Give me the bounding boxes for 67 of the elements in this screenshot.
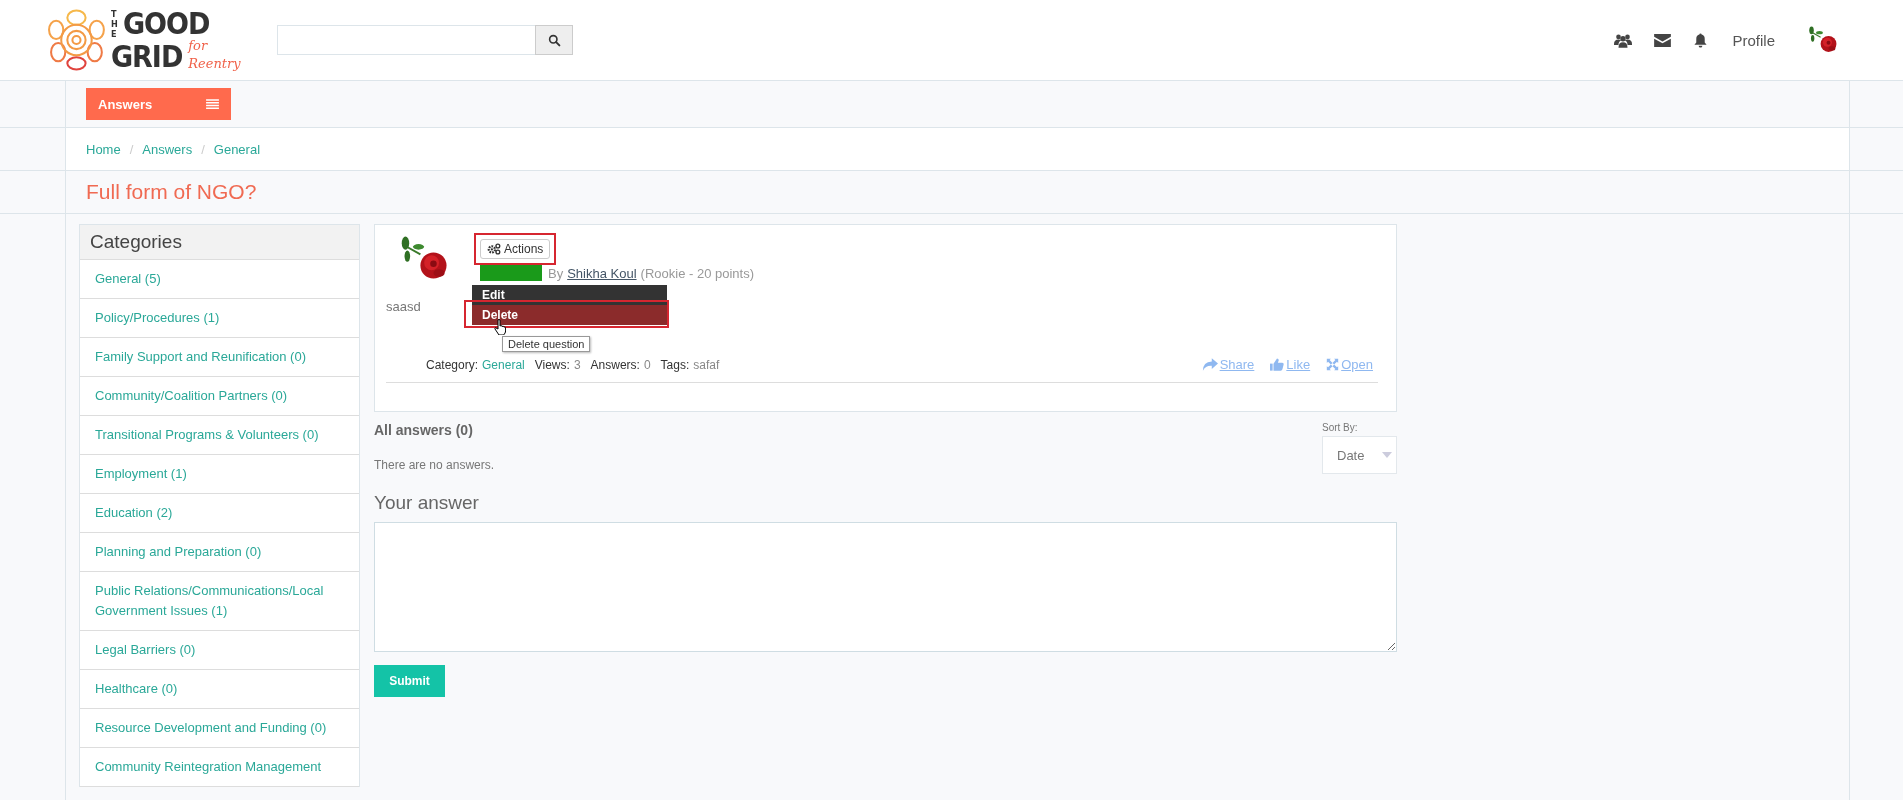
breadcrumb-link[interactable]: Answers bbox=[142, 141, 193, 157]
category-link[interactable]: Healthcare (0) bbox=[80, 670, 359, 709]
category-link[interactable]: Community Reintegration Management bbox=[80, 748, 359, 787]
author-prefix: By bbox=[548, 265, 564, 281]
menu-item[interactable]: Edit bbox=[472, 285, 667, 305]
breadcrumb-link[interactable]: Home bbox=[86, 141, 121, 157]
caret-icon bbox=[1382, 452, 1392, 458]
menu-icon bbox=[206, 98, 219, 110]
logo-tagline: for Reentry bbox=[188, 37, 242, 73]
share-arrow-icon bbox=[1201, 358, 1218, 371]
search-icon bbox=[547, 33, 561, 47]
logo-text: GOOD bbox=[122, 8, 210, 40]
author-rank: (Rookie - 20 points) bbox=[640, 265, 754, 281]
meta-value: safaf bbox=[693, 357, 720, 372]
logo-text: THE bbox=[110, 8, 119, 39]
sort-label: Sort By: bbox=[1322, 422, 1359, 433]
search-field[interactable] bbox=[277, 25, 535, 55]
menu-item[interactable]: Delete bbox=[472, 305, 667, 325]
empty-message: There are no answers. bbox=[374, 458, 496, 472]
submit-button[interactable]: Submit bbox=[374, 665, 445, 697]
breadcrumb-link[interactable]: General bbox=[213, 141, 261, 157]
category-link[interactable]: Employment (1) bbox=[80, 455, 359, 494]
category-link[interactable]: Family Support and Reunification (0) bbox=[80, 338, 359, 377]
profile-link[interactable]: Profile bbox=[1732, 31, 1775, 49]
mail-icon[interactable] bbox=[1654, 33, 1672, 47]
category-link[interactable]: Planning and Preparation (0) bbox=[80, 533, 359, 572]
category-link[interactable]: Policy/Procedures (1) bbox=[80, 299, 359, 338]
meta-label: Views: bbox=[534, 357, 570, 372]
open-link[interactable]: Open bbox=[1326, 357, 1373, 372]
search-button[interactable] bbox=[535, 25, 573, 55]
panel-heading: Categories bbox=[80, 225, 359, 260]
flower-logo-icon bbox=[46, 9, 107, 71]
category-link[interactable]: Resource Development and Funding (0) bbox=[80, 709, 359, 748]
share-link[interactable]: Share bbox=[1201, 357, 1255, 372]
breadcrumb-separator: / bbox=[201, 141, 205, 157]
category-link[interactable]: Transitional Programs & Volunteers (0) bbox=[80, 416, 359, 455]
category-link[interactable]: Legal Barriers (0) bbox=[80, 631, 359, 670]
expand-arrows-icon bbox=[1326, 358, 1340, 371]
category-link[interactable]: Public Relations/Communications/Local Government Issues (1) bbox=[80, 572, 359, 631]
category-link[interactable]: Community/Coalition Partners (0) bbox=[80, 377, 359, 416]
meta-value: 0 bbox=[643, 357, 651, 372]
meta-value: 3 bbox=[573, 357, 581, 372]
like-link[interactable]: Like bbox=[1270, 357, 1311, 372]
meta-label: Category: bbox=[426, 357, 479, 372]
category-link[interactable]: General bbox=[482, 357, 525, 372]
answers-menu-button[interactable]: Answers bbox=[86, 88, 231, 120]
section-heading: Your answer bbox=[374, 492, 480, 514]
notification-bell-icon[interactable] bbox=[1693, 32, 1709, 48]
gears-icon bbox=[487, 243, 501, 255]
thumbs-up-icon bbox=[1270, 358, 1285, 371]
logo-text: GRID bbox=[110, 41, 183, 73]
actions-button[interactable]: Actions bbox=[480, 239, 551, 259]
hand-cursor-icon bbox=[494, 319, 506, 335]
author-link[interactable]: Shikha Koul bbox=[567, 265, 637, 281]
tooltip: Delete question bbox=[502, 336, 591, 352]
section-heading: All answers (0) bbox=[374, 422, 474, 438]
category-link[interactable]: Education (2) bbox=[80, 494, 359, 533]
breadcrumb-separator: / bbox=[129, 141, 134, 157]
status-badge bbox=[480, 265, 542, 281]
meta-label: Tags: bbox=[660, 357, 690, 372]
meta-label: Answers: bbox=[590, 357, 640, 372]
question-text: saasd bbox=[386, 299, 421, 314]
users-icon[interactable] bbox=[1614, 32, 1633, 48]
page-title: Full form of NGO? bbox=[86, 180, 257, 204]
category-link[interactable]: General (5) bbox=[80, 260, 359, 299]
sort-dropdown[interactable]: Date bbox=[1322, 436, 1397, 474]
answer-field[interactable] bbox=[374, 522, 1397, 652]
